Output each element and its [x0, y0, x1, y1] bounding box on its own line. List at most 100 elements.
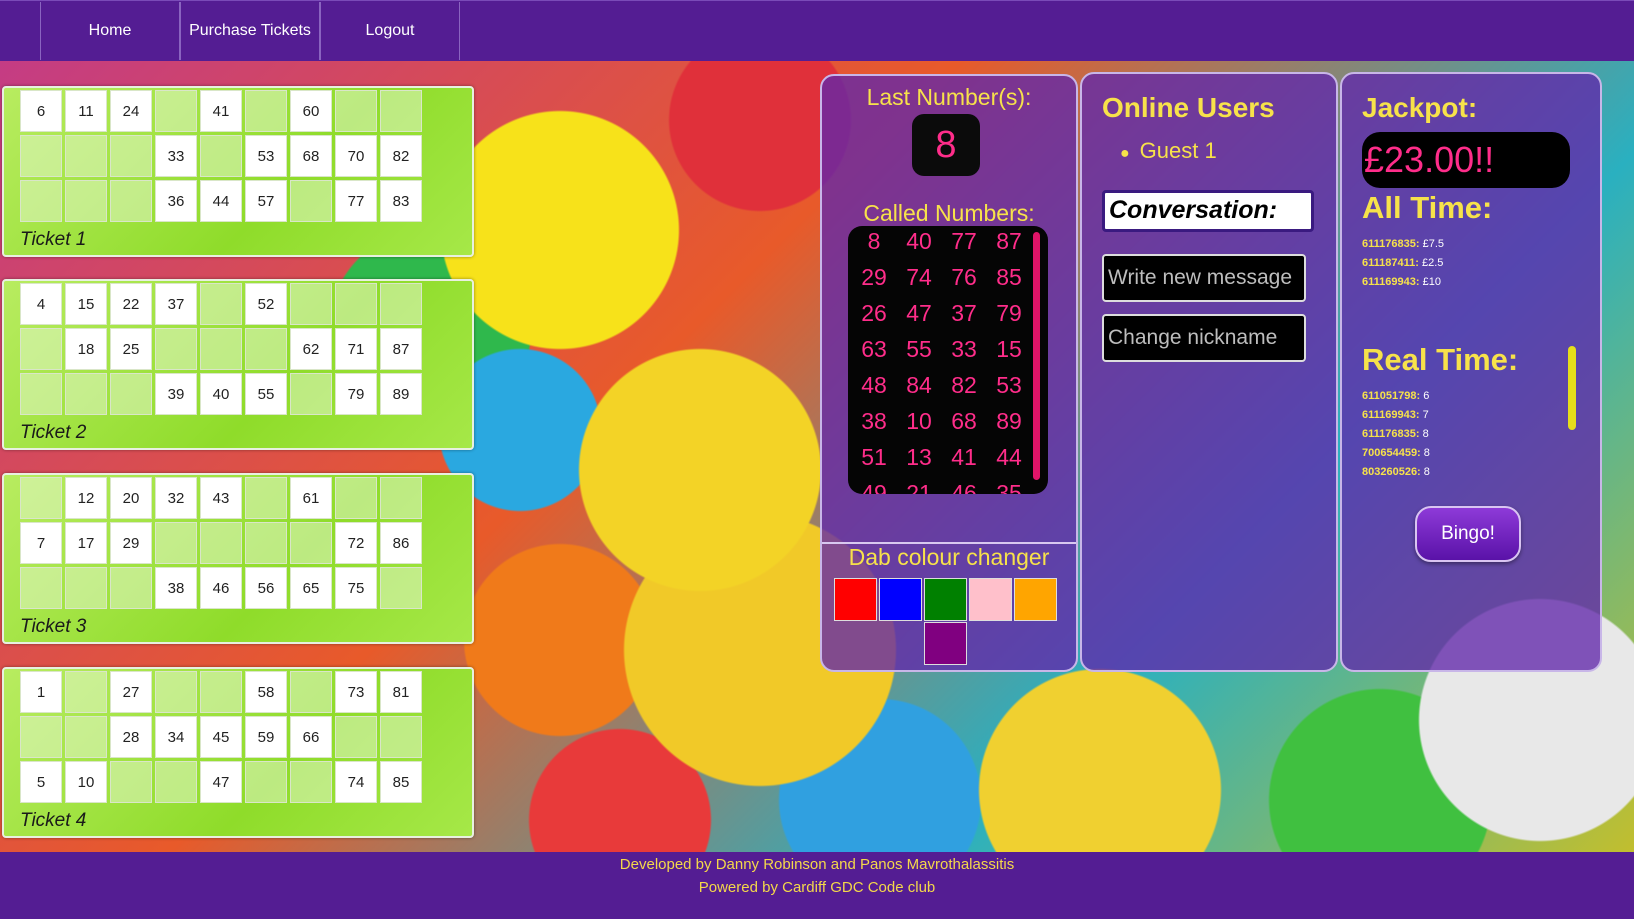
ticket-number-cell[interactable]: 1: [20, 671, 62, 713]
dab-colour-swatch[interactable]: [924, 578, 967, 621]
ticket-number-cell[interactable]: 53: [245, 135, 287, 177]
ticket-number-cell[interactable]: 44: [200, 180, 242, 222]
ticket-blank-cell: [245, 522, 287, 564]
ticket-number-cell[interactable]: 39: [155, 373, 197, 415]
ticket-number-cell[interactable]: 36: [155, 180, 197, 222]
ticket-1: Ticket 1 6 11 24 41 60 33 53 68 70 82 36 44 57 77 83: [2, 86, 474, 257]
ticket-number-cell[interactable]: 10: [65, 761, 107, 803]
ticket-blank-cell: [380, 567, 422, 609]
ticket-number-cell[interactable]: 57: [245, 180, 287, 222]
real-time-entry: 803260526: 8: [1362, 466, 1430, 478]
ticket-number-cell[interactable]: 85: [380, 761, 422, 803]
dab-colour-swatch[interactable]: [834, 578, 877, 621]
called-number: 29: [861, 264, 887, 290]
ticket-number-cell[interactable]: 41: [200, 90, 242, 132]
ticket-blank-cell: [110, 135, 152, 177]
ticket-blank-cell: [155, 761, 197, 803]
ticket-blank-cell: [290, 283, 332, 325]
ticket-number-cell[interactable]: 72: [335, 522, 377, 564]
ticket-number-cell[interactable]: 4: [20, 283, 62, 325]
ticket-number-cell[interactable]: 27: [110, 671, 152, 713]
ticket-number-cell[interactable]: 87: [380, 328, 422, 370]
dab-colour-swatch[interactable]: [969, 578, 1012, 621]
nav-purchase-tickets-link[interactable]: Purchase Tickets: [180, 2, 320, 60]
ticket-blank-cell: [200, 671, 242, 713]
ticket-number-cell[interactable]: 15: [65, 283, 107, 325]
ticket-label: Ticket 2: [20, 422, 87, 443]
ticket-number-cell[interactable]: 58: [245, 671, 287, 713]
real-time-scrollbar[interactable]: [1568, 346, 1576, 430]
ticket-number-cell[interactable]: 40: [200, 373, 242, 415]
ticket-blank-cell: [200, 328, 242, 370]
ticket-number-cell[interactable]: 12: [65, 477, 107, 519]
nav-logout-link[interactable]: Logout: [320, 2, 460, 60]
bingo-button[interactable]: Bingo!: [1415, 506, 1521, 562]
ticket-number-cell[interactable]: 55: [245, 373, 287, 415]
ticket-number-cell[interactable]: 77: [335, 180, 377, 222]
ticket-number-cell[interactable]: 18: [65, 328, 107, 370]
ticket-number-cell[interactable]: 83: [380, 180, 422, 222]
ticket-number-cell[interactable]: 56: [245, 567, 287, 609]
all-time-entry: 611187411: £2.5: [1362, 257, 1443, 269]
ticket-number-cell[interactable]: 37: [155, 283, 197, 325]
ticket-number-cell[interactable]: 25: [110, 328, 152, 370]
ticket-number-cell[interactable]: 68: [290, 135, 332, 177]
called-number: 49: [861, 480, 887, 494]
called-number: 26: [861, 300, 887, 326]
dab-colour-swatch[interactable]: [924, 622, 967, 665]
ticket-number-cell[interactable]: 66: [290, 716, 332, 758]
online-users-heading: Online Users: [1102, 92, 1275, 123]
called-numbers-list[interactable]: 8 40 77 87 29 74 76 85 26 47 37 79 63 55 33 15 48 84 82 53 3…: [848, 226, 1048, 494]
ticket-number-cell[interactable]: 24: [110, 90, 152, 132]
ticket-number-cell[interactable]: 60: [290, 90, 332, 132]
called-number: 10: [906, 408, 932, 434]
ticket-blank-cell: [200, 135, 242, 177]
ticket-number-cell[interactable]: 20: [110, 477, 152, 519]
ticket-number-cell[interactable]: 75: [335, 567, 377, 609]
entry-id: 611176835:: [1362, 428, 1420, 440]
ticket-number-cell[interactable]: 62: [290, 328, 332, 370]
ticket-number-cell[interactable]: 79: [335, 373, 377, 415]
online-user-name: Guest 1: [1139, 138, 1217, 163]
called-numbers-scrollbar[interactable]: [1033, 232, 1040, 480]
ticket-number-cell[interactable]: 38: [155, 567, 197, 609]
message-input[interactable]: [1102, 254, 1306, 302]
ticket-number-cell[interactable]: 6: [20, 90, 62, 132]
nickname-input[interactable]: [1102, 314, 1306, 362]
ticket-3: Ticket 3 12 20 32 43 61 7 17 29 72 86 38 46 56 65 75: [2, 473, 474, 644]
ticket-number-cell[interactable]: 59: [245, 716, 287, 758]
ticket-number-cell[interactable]: 71: [335, 328, 377, 370]
ticket-number-cell[interactable]: 46: [200, 567, 242, 609]
ticket-number-cell[interactable]: 43: [200, 477, 242, 519]
called-number: 53: [996, 372, 1022, 398]
ticket-number-cell[interactable]: 86: [380, 522, 422, 564]
ticket-blank-cell: [290, 522, 332, 564]
ticket-number-cell[interactable]: 7: [20, 522, 62, 564]
ticket-number-cell[interactable]: 22: [110, 283, 152, 325]
ticket-blank-cell: [65, 716, 107, 758]
ticket-number-cell[interactable]: 34: [155, 716, 197, 758]
entry-id: 611051798:: [1362, 390, 1421, 402]
ticket-number-cell[interactable]: 70: [335, 135, 377, 177]
ticket-number-cell[interactable]: 82: [380, 135, 422, 177]
ticket-number-cell[interactable]: 89: [380, 373, 422, 415]
ticket-number-cell[interactable]: 47: [200, 761, 242, 803]
ticket-number-cell[interactable]: 52: [245, 283, 287, 325]
ticket-number-cell[interactable]: 11: [65, 90, 107, 132]
ticket-number-cell[interactable]: 74: [335, 761, 377, 803]
ticket-number-cell[interactable]: 45: [200, 716, 242, 758]
nav-home-link[interactable]: Home: [40, 2, 180, 60]
ticket-number-cell[interactable]: 33: [155, 135, 197, 177]
ticket-number-cell[interactable]: 65: [290, 567, 332, 609]
ticket-number-cell[interactable]: 29: [110, 522, 152, 564]
ticket-number-cell[interactable]: 28: [110, 716, 152, 758]
ticket-number-cell[interactable]: 17: [65, 522, 107, 564]
ticket-number-cell[interactable]: 73: [335, 671, 377, 713]
dab-colour-swatch[interactable]: [1014, 578, 1057, 621]
dab-colour-swatch[interactable]: [879, 578, 922, 621]
ticket-number-cell[interactable]: 61: [290, 477, 332, 519]
entry-id: 611187411:: [1362, 257, 1419, 269]
ticket-number-cell[interactable]: 5: [20, 761, 62, 803]
ticket-number-cell[interactable]: 32: [155, 477, 197, 519]
ticket-number-cell[interactable]: 81: [380, 671, 422, 713]
